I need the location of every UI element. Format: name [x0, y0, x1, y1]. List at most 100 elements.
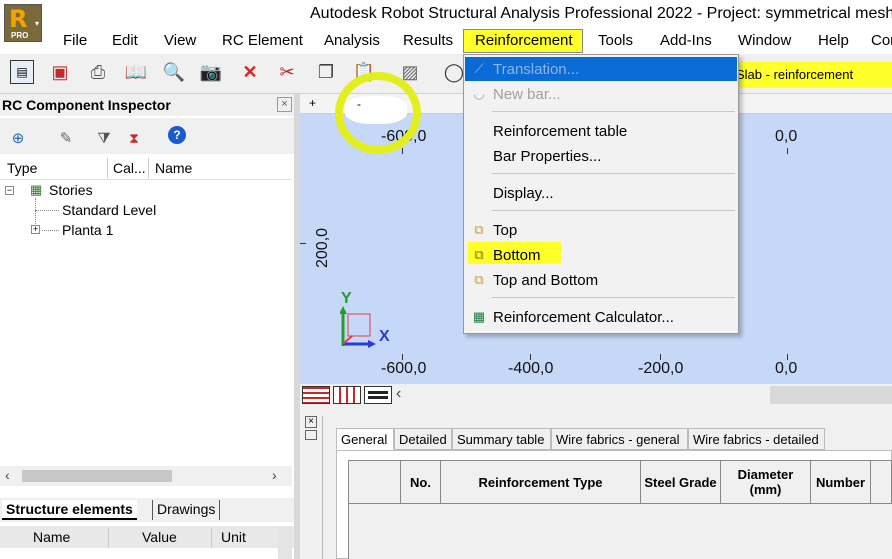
- menu-item-label: Top and Bottom: [493, 272, 599, 289]
- close-icon[interactable]: ×: [305, 416, 317, 428]
- open-book-icon[interactable]: 📖: [124, 60, 148, 84]
- menu-item-reinforcement-calculator[interactable]: ▦ Reinforcement Calculator...: [465, 305, 737, 329]
- menu-help[interactable]: Help: [818, 32, 849, 49]
- menu-item-top[interactable]: ⧉ Top: [465, 218, 737, 242]
- print-preview-icon[interactable]: 🔍: [162, 60, 186, 84]
- collapse-toggle[interactable]: −: [5, 186, 14, 195]
- cut-icon[interactable]: ✂: [275, 60, 299, 84]
- menu-window[interactable]: Window: [738, 32, 791, 49]
- props-column-name[interactable]: Name: [33, 529, 70, 545]
- tree-item-standard-level[interactable]: Standard Level: [62, 202, 156, 218]
- close-icon[interactable]: ×: [277, 97, 292, 112]
- column-type[interactable]: Type: [7, 160, 37, 176]
- table-body[interactable]: [348, 504, 892, 559]
- window-title: Autodesk Robot Structural Analysis Profe…: [310, 5, 892, 22]
- layer-view-icon[interactable]: [302, 386, 330, 404]
- tab-summary-table[interactable]: Summary table: [452, 428, 551, 450]
- beam-view-icon[interactable]: [364, 386, 392, 404]
- properties-icon[interactable]: ▤: [10, 60, 34, 84]
- table-header-row: No. Reinforcement Type Steel Grade Diame…: [348, 460, 892, 504]
- column-steel-grade[interactable]: Steel Grade: [641, 461, 721, 503]
- tab-drawings[interactable]: Drawings: [152, 500, 221, 520]
- delete-icon[interactable]: ✕: [238, 60, 262, 84]
- props-column-unit[interactable]: Unit: [221, 529, 246, 545]
- tab-wire-fabrics-general[interactable]: Wire fabrics - general: [551, 428, 688, 450]
- tab-detailed[interactable]: Detailed: [394, 428, 452, 450]
- view-scrollbar-thumb[interactable]: [770, 386, 892, 404]
- column-divider[interactable]: [107, 158, 108, 178]
- screen-capture-icon[interactable]: 📷: [199, 60, 223, 84]
- help-icon[interactable]: ?: [168, 126, 186, 144]
- menu-add-ins[interactable]: Add-Ins: [660, 32, 712, 49]
- expand-toggle[interactable]: +: [31, 225, 40, 234]
- menu-item-label: New bar...: [493, 86, 561, 103]
- menu-view[interactable]: View: [164, 32, 196, 49]
- scroll-left-icon[interactable]: ‹: [5, 467, 10, 483]
- panel-divider: [322, 416, 323, 559]
- table-tabs: General Detailed Summary table Wire fabr…: [336, 428, 892, 450]
- menu-item-label: Translation...: [493, 61, 580, 78]
- menu-item-bottom[interactable]: ⧉ Bottom: [465, 243, 737, 267]
- scroll-right-icon[interactable]: ›: [272, 467, 277, 483]
- props-column-value[interactable]: Value: [142, 529, 177, 545]
- tree-item-stories[interactable]: Stories: [49, 182, 93, 198]
- tab-structure-elements[interactable]: Structure elements: [2, 500, 137, 520]
- properties-grid-header: Name Value Unit: [0, 526, 296, 548]
- column-diameter[interactable]: Diameter (mm): [721, 461, 811, 503]
- section-view-icon[interactable]: [333, 386, 361, 404]
- copy-icon[interactable]: ❐: [314, 60, 338, 84]
- column-name[interactable]: Name: [155, 160, 192, 176]
- add-component-icon[interactable]: ⊕: [6, 126, 30, 150]
- menu-tools[interactable]: Tools: [598, 32, 633, 49]
- top-axis-label: 0,0: [775, 128, 798, 145]
- menu-separator: [492, 111, 735, 112]
- menu-separator: [492, 210, 735, 211]
- annotation-circle: [335, 72, 421, 154]
- menu-analysis[interactable]: Analysis: [324, 32, 380, 49]
- tab-general[interactable]: General: [336, 428, 394, 450]
- tab-wire-fabrics-detailed[interactable]: Wire fabrics - detailed: [688, 428, 825, 450]
- menu-edit[interactable]: Edit: [112, 32, 138, 49]
- calculate-icon[interactable]: ⧗: [122, 126, 146, 150]
- edit-icon[interactable]: ✎: [54, 126, 78, 150]
- vertical-scrollbar[interactable]: [278, 526, 292, 559]
- column-divider[interactable]: [148, 158, 149, 178]
- logo-badge: PRO: [11, 31, 29, 40]
- tree-connector: [35, 210, 59, 211]
- save-icon[interactable]: ▣: [48, 60, 72, 84]
- view-scroll-left-icon[interactable]: ‹: [396, 385, 401, 403]
- menu-overflow[interactable]: Cor: [871, 32, 892, 49]
- axis-tick: [530, 354, 531, 360]
- column-no[interactable]: No.: [401, 461, 441, 503]
- reinforcement-top-bottom-icon: ⧉: [474, 272, 484, 287]
- menu-item-bar-properties[interactable]: Bar Properties...: [465, 144, 737, 168]
- print-icon[interactable]: ⎙: [86, 60, 110, 84]
- chevron-down-icon: ▾: [34, 19, 39, 28]
- filter-icon[interactable]: ⧩: [92, 126, 116, 150]
- view-selector-combo[interactable]: Slab - reinforcement: [733, 62, 892, 88]
- column-calc[interactable]: Cal...: [113, 160, 146, 176]
- column-reinforcement-type[interactable]: Reinforcement Type: [441, 461, 641, 503]
- scrollbar-thumb[interactable]: [22, 470, 172, 482]
- add-view-tab-button[interactable]: +: [309, 96, 316, 110]
- restore-icon[interactable]: [305, 430, 317, 440]
- column-divider[interactable]: [108, 528, 109, 548]
- horizontal-scrollbar[interactable]: ‹ ›: [0, 466, 292, 486]
- app-logo[interactable]: R PRO ▾: [4, 4, 42, 42]
- menu-reinforcement[interactable]: Reinforcement: [475, 32, 573, 49]
- column-number[interactable]: Number: [811, 461, 871, 503]
- column-divider[interactable]: [211, 528, 212, 548]
- menu-item-reinforcement-table[interactable]: Reinforcement table: [465, 119, 737, 143]
- menu-item-top-and-bottom[interactable]: ⧉ Top and Bottom: [465, 268, 737, 292]
- menu-item-label: Reinforcement table: [493, 123, 628, 140]
- menu-rc-element[interactable]: RC Element: [222, 32, 303, 49]
- menu-separator: [492, 297, 735, 298]
- axis-tick: [787, 148, 788, 154]
- tree-header: Type Cal... Name: [0, 156, 292, 180]
- menu-item-display[interactable]: Display...: [465, 181, 737, 205]
- menu-file[interactable]: File: [63, 32, 87, 49]
- tree-item-planta-1[interactable]: Planta 1: [62, 222, 113, 238]
- menu-item-translation[interactable]: ⟋ Translation...: [465, 57, 737, 81]
- menu-results[interactable]: Results: [403, 32, 453, 49]
- menu-item-new-bar[interactable]: ◡ New bar...: [465, 82, 737, 106]
